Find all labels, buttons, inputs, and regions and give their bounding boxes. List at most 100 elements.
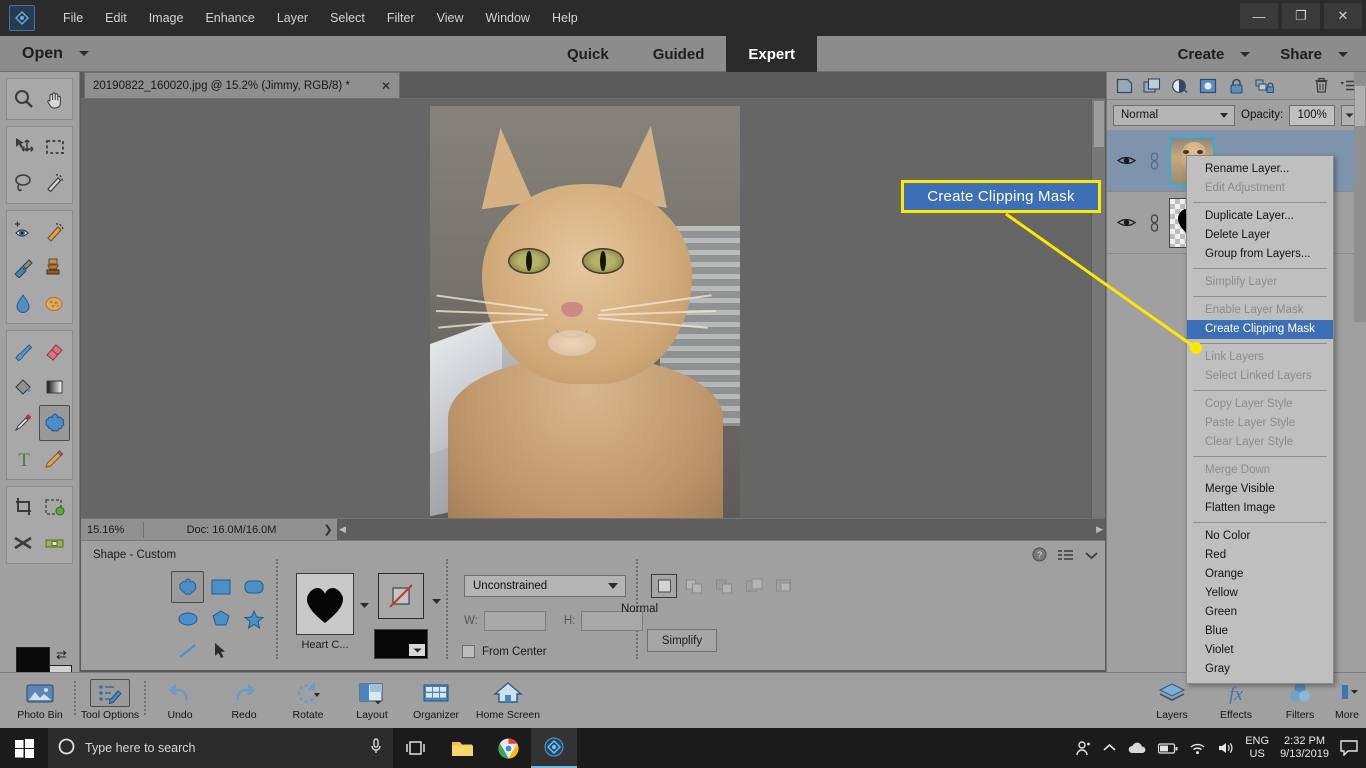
tool-options-icons[interactable]: ? xyxy=(1032,547,1099,567)
menu-window[interactable]: Window xyxy=(475,7,541,29)
chevron-down-icon[interactable] xyxy=(608,583,618,589)
context-menu-item-green[interactable]: Green xyxy=(1187,603,1333,622)
undo-button[interactable]: Undo xyxy=(148,675,212,721)
layer-visibility-eye-icon[interactable] xyxy=(1113,154,1139,167)
layer-link-icon[interactable] xyxy=(1139,213,1169,233)
sponge-tool[interactable] xyxy=(40,285,71,321)
move-tool[interactable] xyxy=(9,129,40,165)
menu-layer[interactable]: Layer xyxy=(266,7,319,29)
shape-type-grid[interactable] xyxy=(171,571,270,667)
context-menu-item-merge-visible[interactable]: Merge Visible xyxy=(1187,480,1333,499)
lock-transparency-icon[interactable] xyxy=(1225,76,1247,96)
shape-picker-chevron-icon[interactable] xyxy=(359,597,370,615)
menu-filter[interactable]: Filter xyxy=(376,7,426,29)
volume-icon[interactable] xyxy=(1217,741,1234,755)
lasso-tool[interactable] xyxy=(9,165,40,201)
clone-stamp-tool[interactable] xyxy=(40,249,71,285)
layer-context-menu[interactable]: Rename Layer... Edit Adjustment Duplicat… xyxy=(1186,155,1334,684)
swap-colors-icon[interactable]: ⇄ xyxy=(56,647,67,663)
layer-link-icon[interactable] xyxy=(1139,151,1169,171)
windows-start-icon[interactable] xyxy=(0,728,48,768)
onedrive-cloud-icon[interactable] xyxy=(1127,742,1147,755)
constrain-proportions-select[interactable]: Unconstrained xyxy=(464,575,626,597)
lock-all-icon[interactable] xyxy=(1253,76,1275,96)
custom-shape-tool[interactable] xyxy=(39,405,70,441)
rectangle-shape-option[interactable] xyxy=(204,571,237,603)
minimize-icon[interactable]: — xyxy=(1240,3,1278,29)
open-button[interactable]: Open xyxy=(22,45,89,63)
chevron-down-icon[interactable] xyxy=(1220,112,1228,118)
context-menu-item-create-clipping-mask[interactable]: Create Clipping Mask xyxy=(1187,320,1333,339)
close-icon[interactable]: ✕ xyxy=(381,79,391,93)
eraser-tool[interactable] xyxy=(40,333,71,369)
context-menu-item-rename-layer[interactable]: Rename Layer... xyxy=(1187,160,1333,179)
duplicate-layer-icon[interactable] xyxy=(1141,76,1163,96)
window-controls[interactable]: — ❐ ✕ xyxy=(1240,0,1366,32)
organizer-button[interactable]: Organizer xyxy=(404,675,468,721)
photo-bin-button[interactable]: Photo Bin xyxy=(8,675,72,721)
smart-brush-tool[interactable] xyxy=(9,249,40,285)
action-center-icon[interactable] xyxy=(1340,740,1358,756)
redo-button[interactable]: Redo xyxy=(212,675,276,721)
photoshop-elements-icon[interactable] xyxy=(531,728,577,768)
delete-layer-icon[interactable] xyxy=(1310,76,1332,96)
status-expand-icon[interactable]: ❯ xyxy=(319,523,337,536)
adjustment-layer-icon[interactable] xyxy=(1169,76,1191,96)
task-view-icon[interactable] xyxy=(393,728,439,768)
document-tab[interactable]: 20190822_160020.jpg @ 15.2% (Jimmy, RGB/… xyxy=(84,72,400,98)
menu-bar[interactable]: File Edit Image Enhance Layer Select Fil… xyxy=(52,7,589,29)
people-icon[interactable] xyxy=(1075,740,1092,757)
context-menu-item-violet[interactable]: Violet xyxy=(1187,641,1333,660)
layout-button[interactable]: Layout xyxy=(340,675,404,721)
recompose-tool[interactable] xyxy=(9,525,40,561)
layer-mask-icon[interactable] xyxy=(1197,76,1219,96)
canvas-horizontal-scrollbar[interactable]: ◀ ▶ xyxy=(337,518,1105,541)
star-shape-option[interactable] xyxy=(237,603,270,635)
red-eye-removal-tool[interactable] xyxy=(9,213,40,249)
opacity-input[interactable]: 100% xyxy=(1289,104,1336,126)
context-menu-item-duplicate-layer[interactable]: Duplicate Layer... xyxy=(1187,207,1333,226)
color-picker-tool[interactable] xyxy=(9,405,39,441)
type-tool[interactable]: T xyxy=(9,441,40,477)
panel-menu-icon[interactable] xyxy=(1057,548,1074,567)
home-screen-button[interactable]: Home Screen xyxy=(468,675,548,721)
straighten-tool[interactable] xyxy=(40,525,71,561)
area-mode-intersect[interactable] xyxy=(741,574,767,598)
pencil-tool[interactable] xyxy=(40,441,71,477)
context-menu-item-no-color[interactable]: No Color xyxy=(1187,527,1333,546)
spot-healing-brush-tool[interactable] xyxy=(40,213,71,249)
context-menu-item-orange[interactable]: Orange xyxy=(1187,565,1333,584)
menu-image[interactable]: Image xyxy=(138,7,195,29)
chevron-down-icon[interactable] xyxy=(78,51,89,56)
file-explorer-icon[interactable] xyxy=(439,728,485,768)
layers-panel-scrollbar[interactable] xyxy=(1354,72,1366,322)
blend-mode-select[interactable]: Normal xyxy=(1113,104,1235,126)
rectangular-marquee-tool[interactable] xyxy=(40,129,71,165)
menu-file[interactable]: File xyxy=(52,7,94,29)
shape-preview-swatch[interactable] xyxy=(296,573,354,635)
tab-quick[interactable]: Quick xyxy=(545,36,631,72)
restore-icon[interactable]: ❐ xyxy=(1282,3,1320,29)
zoom-tool[interactable] xyxy=(9,81,40,117)
crop-tool[interactable] xyxy=(9,489,40,525)
menu-select[interactable]: Select xyxy=(319,7,376,29)
shape-style-swatch[interactable] xyxy=(378,573,424,619)
tab-guided[interactable]: Guided xyxy=(631,36,727,72)
line-shape-option[interactable] xyxy=(171,635,204,667)
scroll-right-icon[interactable]: ▶ xyxy=(1096,524,1103,535)
area-mode-add[interactable] xyxy=(681,574,707,598)
menu-help[interactable]: Help xyxy=(541,7,589,29)
menu-view[interactable]: View xyxy=(426,7,475,29)
shape-selection-tool-option[interactable] xyxy=(204,635,237,667)
chrome-icon[interactable] xyxy=(485,728,531,768)
layer-visibility-eye-icon[interactable] xyxy=(1113,216,1139,229)
hand-tool[interactable] xyxy=(40,81,71,117)
context-menu-item-group-from-layers[interactable]: Group from Layers... xyxy=(1187,245,1333,264)
from-center-checkbox[interactable] xyxy=(462,645,475,658)
color-picker-chevron-icon[interactable] xyxy=(409,644,425,656)
photo-canvas-image[interactable] xyxy=(430,106,740,518)
scroll-left-icon[interactable]: ◀ xyxy=(339,524,346,535)
area-mode-exclude[interactable] xyxy=(771,574,797,598)
shape-color-swatch[interactable] xyxy=(374,629,428,659)
width-input[interactable] xyxy=(483,611,546,631)
